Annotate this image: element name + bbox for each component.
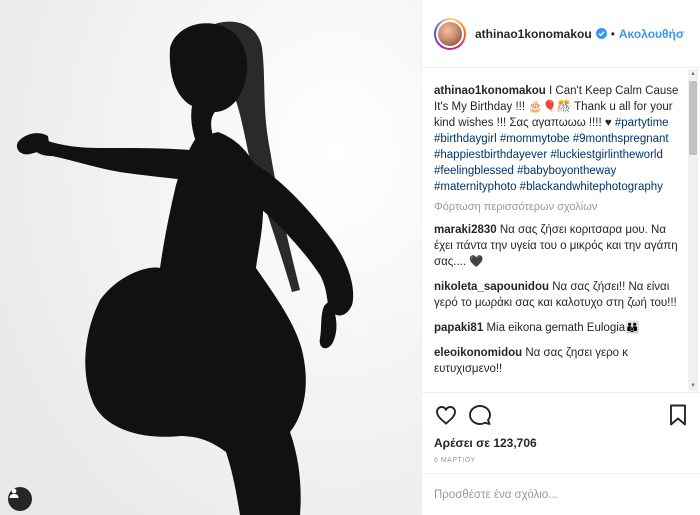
avatar[interactable] (434, 17, 466, 50)
header-username[interactable]: athinao1konomakou (475, 27, 592, 41)
follow-button[interactable]: Ακολουθήσ (619, 27, 684, 41)
comments-scrollbar[interactable]: ▲ ▼ (688, 69, 698, 391)
header-separator: • (610, 26, 615, 41)
add-comment-input[interactable] (434, 488, 664, 501)
comment-username[interactable]: papaki81 (434, 322, 483, 334)
caption-username[interactable]: athinao1konomakou (434, 85, 546, 97)
post-date[interactable]: 6 ΜΑΡΤΙΟΥ (434, 457, 476, 464)
hashtag[interactable]: #maternityphoto (434, 181, 520, 193)
scroll-thumb[interactable] (689, 81, 697, 155)
post-side-panel: athinao1konomakou • Ακολουθήσ athinao1ko… (421, 0, 700, 515)
verified-badge-icon (595, 28, 607, 39)
hashtag[interactable]: #blackandwhitephotography (520, 181, 663, 193)
comment-username[interactable]: maraki2830 (434, 224, 497, 236)
hashtag[interactable]: #partytime (615, 117, 669, 129)
hashtag[interactable]: #luckiestgirlintheworld (550, 149, 663, 161)
hashtag[interactable]: #happiestbirthdayever (434, 149, 550, 161)
comment-username[interactable]: nikoleta_sapounidou (434, 281, 549, 293)
comment-item: maraki2830 Να σας ζήσει κοριτσαρα μου. Ν… (434, 222, 681, 270)
hashtag[interactable]: #feelingblessed (434, 165, 517, 177)
hashtag[interactable]: #9monthspregnant (573, 133, 669, 145)
hashtag[interactable]: #birthdaygirl (434, 133, 500, 145)
scroll-up-arrow-icon[interactable]: ▲ (688, 69, 698, 79)
post-caption: athinao1konomakou I Can't Keep Calm Caus… (434, 83, 681, 195)
post-header: athinao1konomakou • Ακολουθήσ (422, 0, 700, 68)
user-tag-button[interactable] (8, 487, 32, 511)
hashtag[interactable]: #mommytobe (500, 133, 573, 145)
like-heart-icon[interactable] (434, 403, 458, 427)
post-photo[interactable] (0, 0, 421, 515)
comment-bubble-icon[interactable] (468, 403, 492, 427)
comments-list[interactable]: athinao1konomakou I Can't Keep Calm Caus… (422, 69, 700, 391)
add-comment-box (422, 473, 700, 515)
load-more-comments-link[interactable]: Φόρτωση περισσότερων σχολίων (434, 201, 681, 213)
post-actions (422, 392, 700, 436)
pregnant-silhouette-image (0, 0, 421, 515)
comment-username[interactable]: eleoikonomidou (434, 347, 522, 359)
user-tag-icon (9, 488, 19, 498)
likes-count[interactable]: Αρέσει σε 123,706 (434, 436, 537, 450)
scroll-down-arrow-icon[interactable]: ▼ (688, 381, 698, 391)
hashtag[interactable]: #babyboyontheway (517, 165, 616, 177)
comment-item: eleoikonomidou Να σας ζησει γερο κ ευτυχ… (434, 345, 681, 377)
comment-item: nikoleta_sapounidou Να σας ζήσει!! Να εί… (434, 279, 681, 311)
comment-item: papaki81 Mia eikona gemath Eulogia👪 (434, 320, 681, 336)
bookmark-icon[interactable] (666, 403, 690, 427)
comment-text: Mia eikona gemath Eulogia👪 (486, 322, 640, 334)
